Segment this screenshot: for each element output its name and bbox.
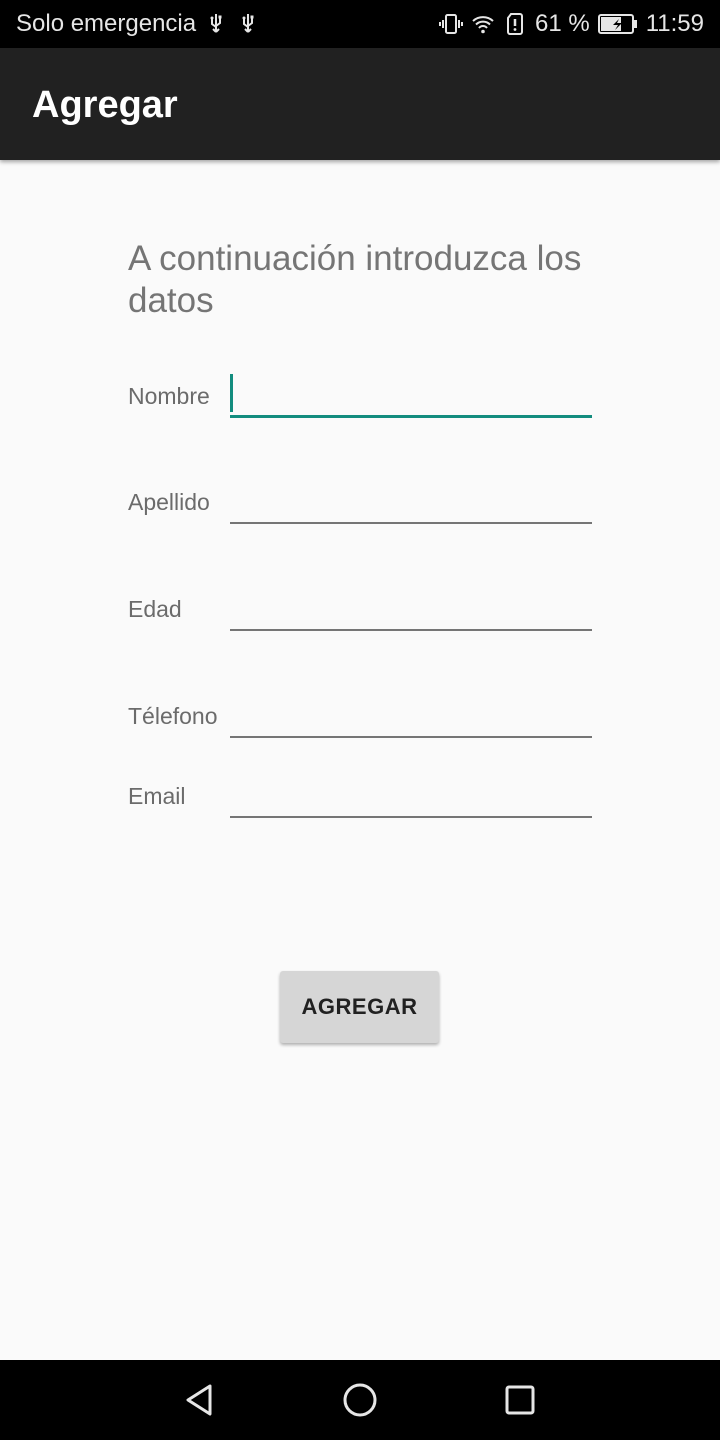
form-intro: A continuación introduzca los datos [128, 239, 582, 320]
email-row: Email [128, 758, 598, 818]
apellido-input[interactable] [230, 474, 592, 524]
usb-icon [242, 14, 254, 33]
vibrate-icon [439, 14, 464, 34]
apellido-row: Apellido [128, 464, 598, 524]
recents-icon[interactable] [500, 1380, 540, 1420]
back-icon[interactable] [180, 1380, 220, 1420]
status-bar: Solo emergencia 61 % 11:59 [0, 0, 720, 48]
text-cursor [230, 374, 233, 412]
navigation-bar [0, 1360, 720, 1440]
battery-charging-icon [597, 14, 637, 34]
edad-row: Edad [128, 571, 598, 631]
nombre-row: Nombre [128, 358, 598, 418]
home-icon[interactable] [340, 1380, 380, 1420]
edad-label: Edad [128, 596, 182, 622]
form-container: A continuación introduzca los datos Nomb… [0, 160, 720, 1360]
wifi-icon [472, 16, 494, 34]
sim-alert-icon [507, 13, 524, 35]
telefono-label: Télefono [128, 703, 218, 729]
clock: 11:59 [645, 10, 704, 37]
telefono-row: Télefono [128, 678, 598, 738]
carrier-text: Solo emergencia [16, 10, 197, 37]
battery-percent: 61 % [535, 10, 590, 37]
telefono-input[interactable] [230, 688, 592, 738]
apellido-label: Apellido [128, 489, 210, 515]
app-bar: Agregar [0, 48, 720, 160]
edad-input[interactable] [230, 581, 592, 631]
email-label: Email [128, 783, 186, 809]
email-input[interactable] [230, 768, 592, 818]
nombre-label: Nombre [128, 383, 210, 409]
nombre-input[interactable] [230, 367, 592, 418]
usb-icon [210, 14, 222, 33]
agregar-button[interactable]: AGREGAR [280, 971, 439, 1043]
page-title: Agregar [32, 84, 178, 126]
